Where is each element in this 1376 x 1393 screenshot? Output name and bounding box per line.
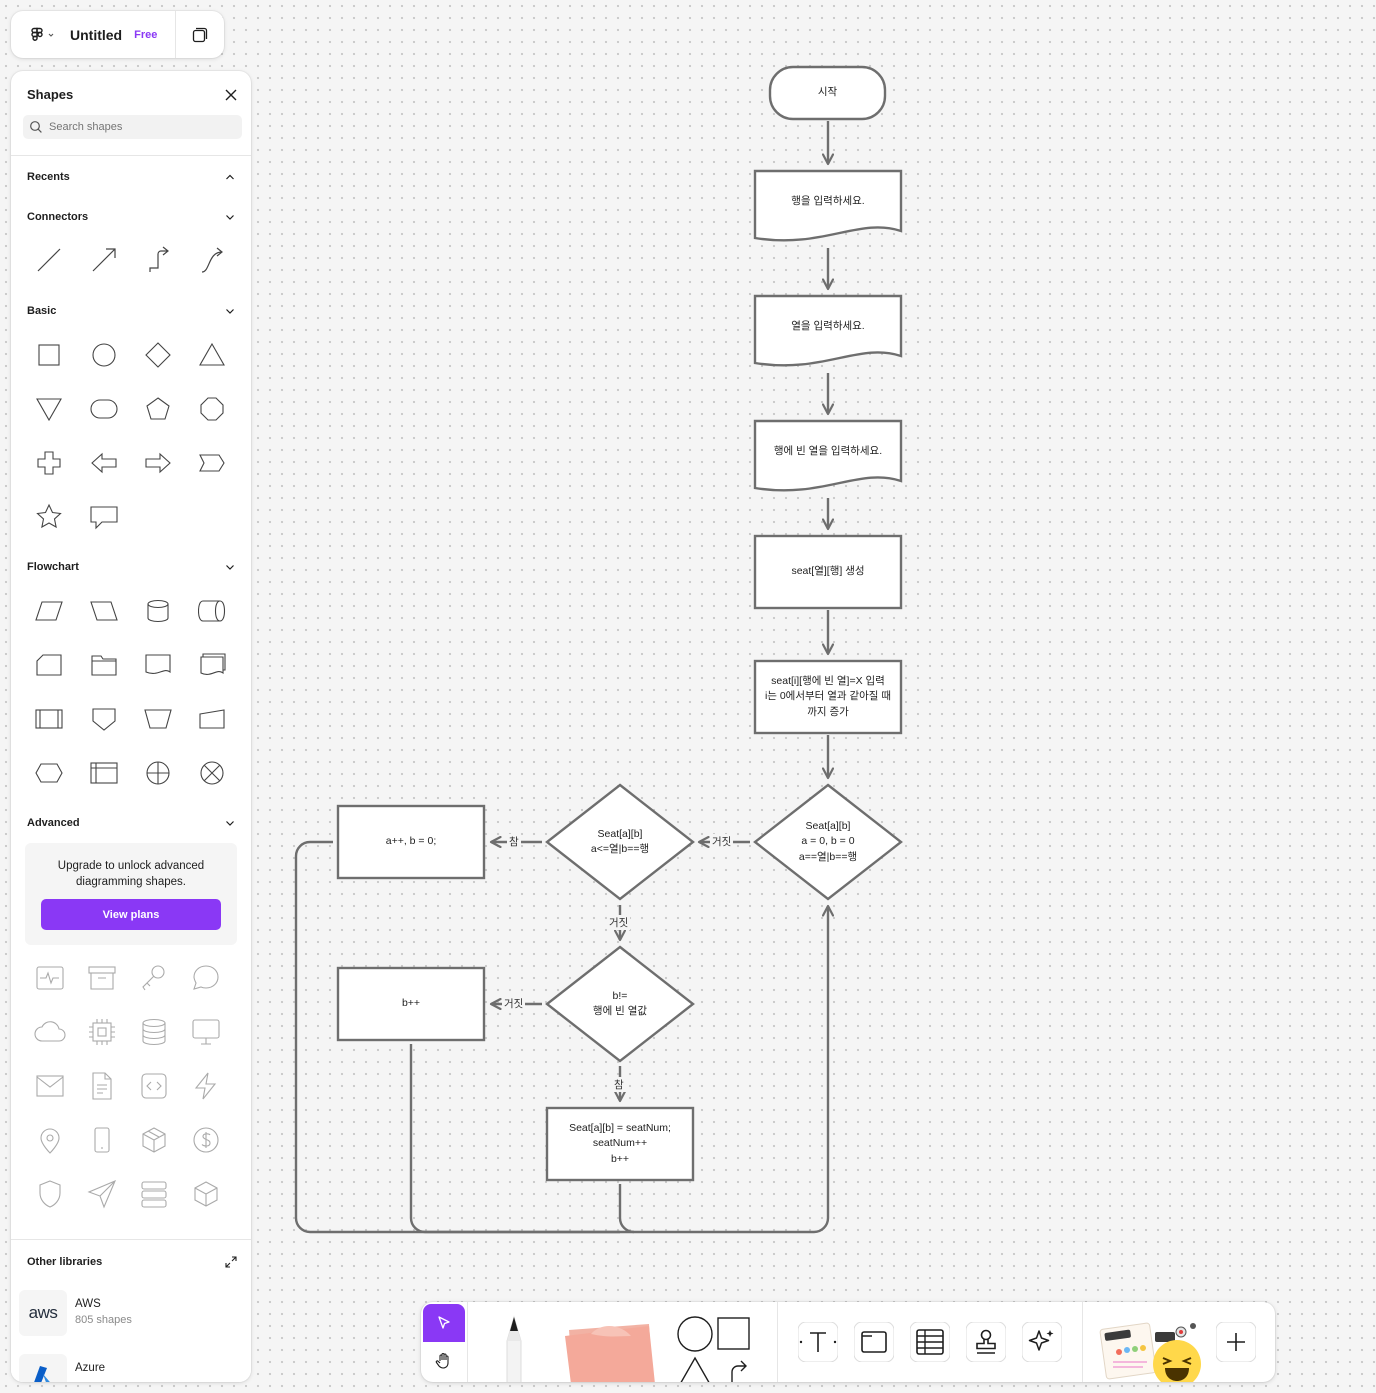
table-icon — [910, 1322, 950, 1362]
node-cond2-text[interactable]: Seat[a][b] a<=열|b==행 — [567, 820, 673, 864]
node-cond1-text[interactable]: Seat[a][b] a = 0, b = 0 a==열|b==행 — [775, 812, 881, 872]
edge-label: 거짓 — [607, 915, 631, 930]
node-input-cols-text[interactable]: 열을 입력하세요. — [755, 296, 901, 358]
divider — [467, 1302, 468, 1382]
node-inc-b-text[interactable]: b++ — [338, 968, 484, 1040]
text-icon — [798, 1322, 838, 1362]
node-inc-a-text[interactable]: a++, b = 0; — [338, 806, 484, 878]
node-create-seat-text[interactable]: seat[열][행] 생성 — [755, 536, 901, 608]
loop-edge — [618, 1184, 635, 1234]
node-cond3-text[interactable]: b!= 행에 빈 열값 — [567, 982, 673, 1026]
ai-tool-button[interactable] — [1022, 1322, 1062, 1362]
flowchart-canvas — [294, 65, 903, 1234]
edge-label: 거짓 — [502, 996, 526, 1011]
divider — [777, 1302, 778, 1382]
shape-tool-button[interactable] — [673, 1312, 757, 1382]
node-start-text[interactable]: 시작 — [770, 67, 885, 119]
text-tool-button[interactable] — [798, 1322, 838, 1362]
cursor-icon — [438, 1316, 450, 1329]
stamp-icon — [966, 1322, 1006, 1362]
node-assign-text[interactable]: Seat[a][b] = seatNum; seatNum++ b++ — [547, 1108, 693, 1180]
node-input-rows-text[interactable]: 행을 입력하세요. — [755, 171, 901, 233]
marker-pen-icon — [506, 1315, 522, 1382]
section-icon — [854, 1322, 894, 1362]
pen-tool-button[interactable] — [489, 1314, 539, 1382]
move-tool-button[interactable] — [423, 1304, 465, 1342]
hand-tool-button[interactable] — [423, 1342, 465, 1380]
hand-icon — [435, 1352, 449, 1369]
section-tool-button[interactable] — [854, 1322, 894, 1362]
edge-label: 참 — [612, 1077, 626, 1092]
widgets-button[interactable] — [1097, 1310, 1205, 1382]
stamp-tool-button[interactable] — [966, 1322, 1006, 1362]
node-input-empty-text[interactable]: 행에 빈 열을 입력하세요. — [755, 421, 901, 483]
table-tool-button[interactable] — [910, 1322, 950, 1362]
bottom-toolbar — [421, 1302, 1275, 1382]
add-more-button[interactable] — [1216, 1322, 1256, 1362]
edge-label: 거짓 — [710, 834, 734, 849]
sticky-note-tool-button[interactable] — [559, 1314, 663, 1382]
edge-label: 참 — [507, 834, 521, 849]
shapes-icon — [677, 1316, 750, 1382]
node-mark-empty-text[interactable]: seat[i][행에 빈 열]=X 입력 i는 0에서부터 열과 같아질 때 까… — [757, 661, 899, 733]
divider — [1082, 1302, 1083, 1382]
sparkle-icon — [1022, 1322, 1062, 1362]
sticky-note-icon — [565, 1324, 655, 1382]
jambot-widget-icon — [1099, 1322, 1201, 1382]
plus-icon — [1216, 1322, 1256, 1362]
